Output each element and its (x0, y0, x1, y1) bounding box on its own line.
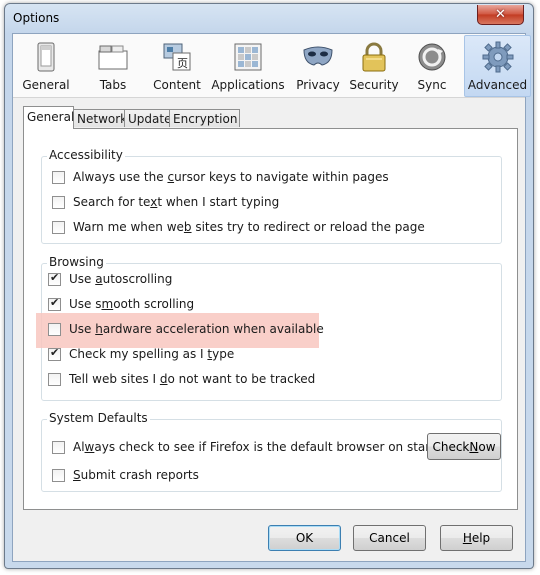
group-title: Accessibility (47, 148, 125, 162)
options-dialog: Options ✕ General Tabs 页 Content Applica… (4, 3, 534, 569)
title-bar[interactable]: Options ✕ (5, 4, 533, 34)
pane-general[interactable]: General (21, 36, 71, 94)
pane-label: Advanced (467, 78, 528, 92)
option-label: Use autoscrolling (69, 272, 173, 286)
search-when-typing-option[interactable]: Search for text when I start typing (52, 194, 279, 210)
checkbox[interactable] (48, 346, 61, 361)
pane-label: Tabs (99, 78, 127, 92)
option-label: Always use the cursor keys to navigate w… (73, 170, 389, 184)
ok-button[interactable]: OK (268, 525, 341, 551)
pane-toolbar: General Tabs 页 Content Applications Priv… (13, 34, 531, 98)
privacy-mask-icon (303, 46, 333, 66)
option-label: Search for text when I start typing (73, 195, 280, 209)
pane-label: Privacy (296, 78, 340, 92)
system-defaults-group: System Defaults Always check to see if F… (41, 411, 502, 492)
pane-security[interactable]: Security (349, 36, 399, 94)
option-label: Warn me when web sites try to redirect o… (73, 220, 425, 234)
option-label: Always check to see if Firefox is the de… (73, 440, 451, 454)
pane-sync[interactable]: Sync (410, 36, 454, 94)
pane-label: Content (153, 78, 201, 92)
pane-label: Sync (417, 78, 447, 92)
general-icon (37, 42, 55, 72)
pane-tabs[interactable]: Tabs (88, 36, 138, 94)
option-label: Use smooth scrolling (69, 297, 195, 311)
applications-icon (234, 43, 262, 71)
tabs-icon (98, 45, 128, 70)
pane-privacy[interactable]: Privacy (293, 36, 343, 94)
hardware-acceleration-option[interactable]: Use hardware acceleration when available (48, 321, 324, 337)
cancel-button[interactable]: Cancel (353, 525, 426, 551)
gear-icon (482, 41, 513, 73)
window-title: Options (13, 11, 60, 25)
checkbox[interactable] (52, 195, 65, 209)
pane-label: Applications (211, 78, 285, 92)
spell-check-option[interactable]: Check my spelling as I type (48, 346, 234, 362)
checkbox[interactable] (48, 322, 61, 336)
tab-update[interactable]: Update (124, 109, 171, 127)
padlock-icon (362, 42, 386, 72)
pane-label: General (22, 78, 70, 92)
tab-network[interactable]: Network (73, 109, 127, 127)
group-title: System Defaults (47, 411, 150, 425)
close-button[interactable]: ✕ (477, 5, 524, 25)
option-label: Use hardware acceleration when available (69, 322, 324, 336)
option-label: Check my spelling as I type (69, 347, 235, 361)
default-browser-check-option[interactable]: Always check to see if Firefox is the de… (52, 439, 450, 455)
accessibility-group: Accessibility Always use the cursor keys… (41, 148, 502, 244)
checkbox[interactable] (48, 296, 61, 311)
help-button[interactable]: Help (440, 525, 513, 551)
submit-crash-reports-option[interactable]: Submit crash reports (52, 467, 199, 483)
cursor-keys-option[interactable]: Always use the cursor keys to navigate w… (52, 169, 389, 185)
content-icon: 页 (163, 43, 191, 71)
autoscrolling-option[interactable]: Use autoscrolling (48, 271, 172, 287)
pane-label: Security (349, 78, 399, 92)
checkbox[interactable] (48, 271, 61, 286)
checkbox[interactable] (52, 220, 65, 234)
checkbox[interactable] (48, 372, 61, 386)
checkbox[interactable] (52, 468, 65, 482)
sync-icon (418, 43, 446, 71)
do-not-track-option[interactable]: Tell web sites I do not want to be track… (48, 371, 315, 387)
check-now-button[interactable]: Check Now (427, 433, 501, 460)
pane-content[interactable]: 页 Content (146, 36, 208, 94)
checkbox[interactable] (52, 170, 65, 184)
tab-encryption[interactable]: Encryption (169, 109, 240, 127)
pane-advanced[interactable]: Advanced (464, 35, 531, 97)
pane-applications[interactable]: Applications (209, 36, 287, 94)
smooth-scrolling-option[interactable]: Use smooth scrolling (48, 296, 194, 312)
warn-redirect-option[interactable]: Warn me when web sites try to redirect o… (52, 219, 425, 235)
tab-general[interactable]: General (23, 106, 74, 129)
group-title: Browsing (47, 255, 106, 269)
close-icon: ✕ (495, 7, 506, 22)
svg-text:页: 页 (177, 57, 188, 70)
option-label: Submit crash reports (73, 468, 199, 482)
checkbox[interactable] (52, 440, 65, 454)
option-label: Tell web sites I do not want to be track… (69, 372, 316, 386)
